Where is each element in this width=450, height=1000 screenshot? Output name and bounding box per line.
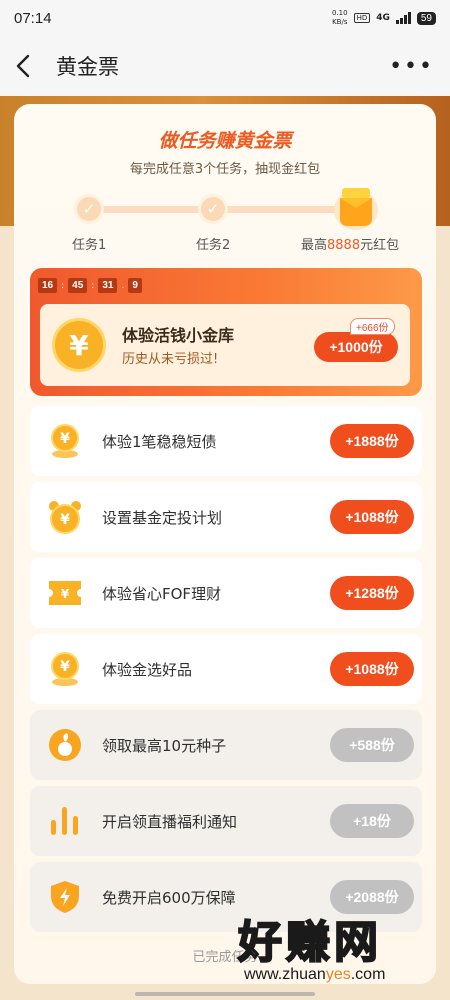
featured-task: 16: 45: 31. 9 ¥ 体验活钱小金库 历史从未亏损过! +1000份 …	[30, 268, 422, 396]
countdown-timer: 16: 45: 31. 9	[38, 278, 142, 293]
bonus-badge: +666份	[350, 318, 395, 335]
hd-icon: HD	[353, 13, 371, 23]
task-row-fund-plan[interactable]: ¥ 设置基金定投计划 +1088份	[30, 482, 422, 552]
task-reward-button[interactable]: +1088份	[330, 500, 414, 534]
svg-text:¥: ¥	[60, 431, 70, 447]
shield-bolt-icon	[46, 878, 84, 916]
status-time: 07:14	[14, 9, 52, 27]
timer-tenths: 9	[128, 278, 142, 293]
task-name: 体验省心FOF理财	[102, 584, 222, 603]
step2-check-icon: ✓	[198, 194, 228, 224]
network-type: 4G	[376, 13, 390, 23]
task-row-live-notify[interactable]: 开启领直播福利通知 +18份	[30, 786, 422, 856]
seed-icon	[46, 726, 84, 764]
task-name: 开启领直播福利通知	[102, 812, 238, 831]
timer-hours: 16	[38, 278, 58, 293]
task-name: 体验金选好品	[102, 660, 193, 679]
coin-stand-icon: ¥	[46, 422, 84, 460]
task-card: 做任务赚黄金票 每完成任意3个任务，抽现金红包 ✓ ✓ 任务1 任务2 最高88…	[14, 104, 436, 984]
net-speed: 0.10 KB/s	[331, 9, 348, 26]
featured-task-name: 体验活钱小金库	[122, 326, 235, 345]
red-envelope-icon	[334, 188, 378, 230]
task-row-seed[interactable]: 领取最高10元种子 +588份	[30, 710, 422, 780]
featured-task-desc: 历史从未亏损过!	[122, 352, 219, 367]
back-icon[interactable]	[16, 54, 40, 78]
watermark-url: www.zhuanyes.com	[244, 966, 386, 983]
bar-chart-icon	[46, 802, 84, 840]
watermark-logo: 好赚网 www.zhuanyes.com	[237, 906, 438, 996]
svg-text:¥: ¥	[60, 659, 70, 675]
card-subtitle: 每完成任意3个任务，抽现金红包	[129, 162, 321, 177]
task-reward-button[interactable]: +1088份	[330, 652, 414, 686]
step1-check-icon: ✓	[74, 194, 104, 224]
battery-icon: 59	[416, 11, 436, 25]
task-reward-button[interactable]: +1888份	[330, 424, 414, 458]
task-name: 设置基金定投计划	[102, 508, 223, 527]
nav-bar: 黄金票 •••	[0, 36, 450, 96]
featured-reward-button[interactable]: +1000份	[314, 332, 398, 362]
ticket-icon: ¥	[46, 574, 84, 612]
timer-minutes: 45	[68, 278, 88, 293]
task-reward-button[interactable]: +1288份	[330, 576, 414, 610]
task-name: 体验1笔稳稳短债	[102, 432, 217, 451]
task-row-short-bond[interactable]: ¥ 体验1笔稳稳短债 +1888份	[30, 406, 422, 476]
status-icons: 0.10 KB/s HD 4G 59	[332, 9, 436, 27]
step1-label: 任务1	[72, 238, 107, 253]
card-title: 做任务赚黄金票	[158, 130, 292, 152]
watermark-text: 好赚网	[237, 916, 382, 969]
svg-text:¥: ¥	[60, 512, 70, 528]
step2-label: 任务2	[196, 238, 231, 253]
task-name: 领取最高10元种子	[102, 736, 227, 755]
task-row-gold-select[interactable]: ¥ 体验金选好品 +1088份	[30, 634, 422, 704]
yen-coin-icon: ¥	[52, 318, 106, 372]
coin-stand-icon: ¥	[46, 650, 84, 688]
home-indicator[interactable]	[135, 992, 315, 996]
signal-icon	[395, 12, 411, 24]
task-name: 免费开启600万保障	[102, 888, 236, 907]
task-reward-button[interactable]: +18份	[330, 804, 414, 838]
alarm-coin-icon: ¥	[46, 498, 84, 536]
more-icon[interactable]: •••	[389, 54, 434, 79]
timer-seconds: 31	[98, 278, 118, 293]
page-title: 黄金票	[56, 55, 119, 79]
svg-text:¥: ¥	[61, 587, 70, 601]
featured-task-body[interactable]: ¥ 体验活钱小金库 历史从未亏损过! +1000份 +666份	[40, 304, 410, 386]
task-row-fof[interactable]: ¥ 体验省心FOF理财 +1288份	[30, 558, 422, 628]
task-reward-button[interactable]: +588份	[330, 728, 414, 762]
status-bar: 07:14 0.10 KB/s HD 4G 59	[0, 0, 450, 36]
reward-label: 最高8888元红包	[301, 238, 400, 253]
